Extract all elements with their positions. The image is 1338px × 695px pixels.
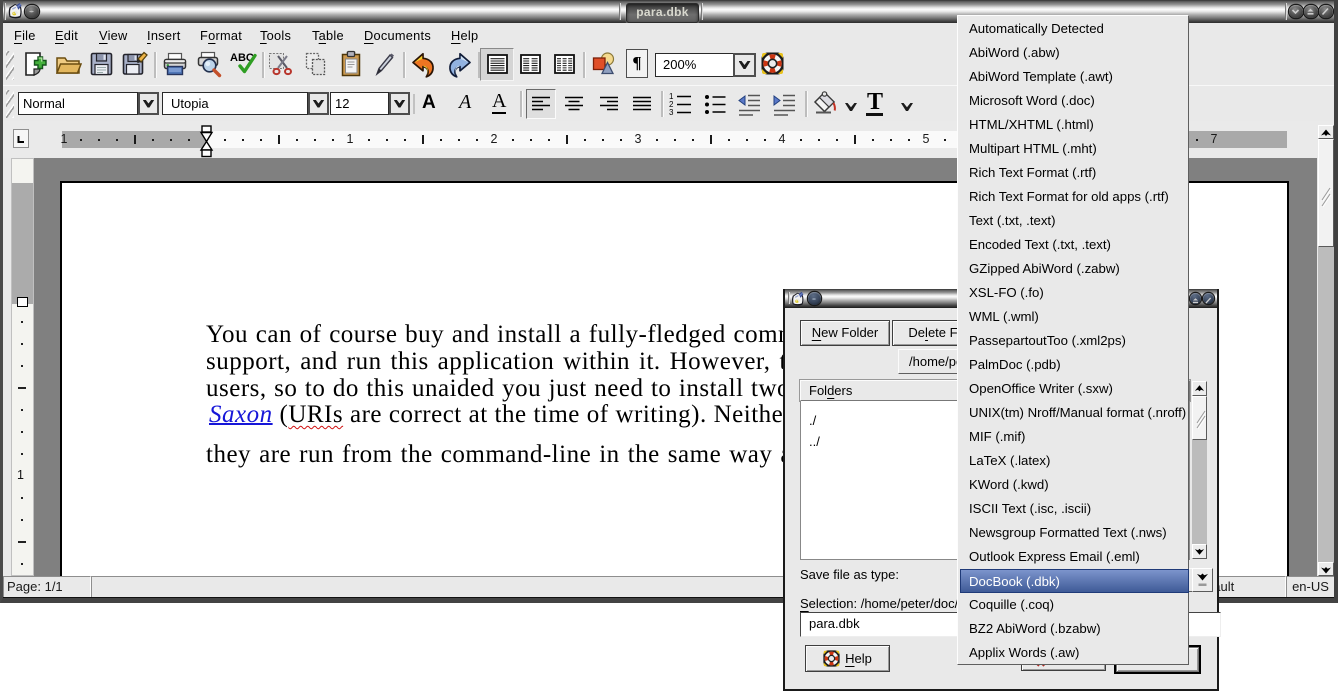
svg-text:3: 3	[669, 108, 674, 117]
